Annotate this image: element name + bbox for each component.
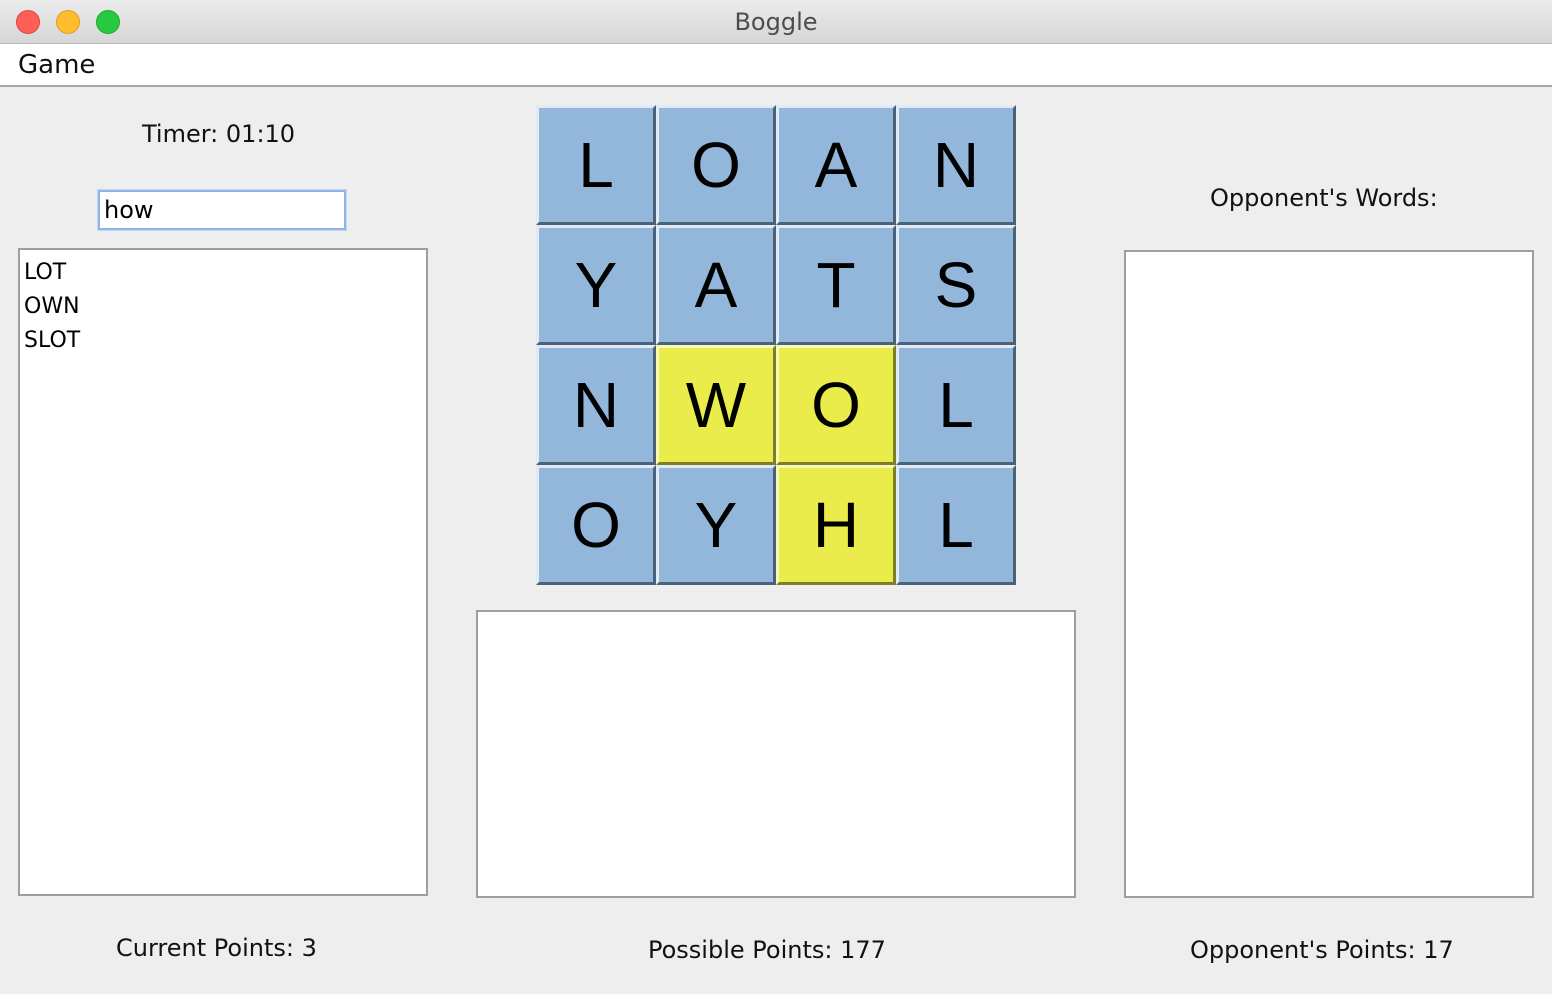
board-tile[interactable]: L [896,465,1016,585]
opponent-points-label: Opponent's Points: [1190,936,1416,964]
opponent-words-list[interactable] [1124,250,1534,898]
player-word-item[interactable]: OWN [20,290,426,324]
title-bar[interactable]: Boggle [0,0,1552,44]
possible-points: Possible Points: 177 [648,936,886,964]
window-title: Boggle [734,8,818,36]
board-tile[interactable]: L [536,105,656,225]
opponent-points-value: 17 [1423,936,1454,964]
board-tile[interactable]: H [776,465,896,585]
board-tile[interactable]: N [536,345,656,465]
boggle-board: LOANYATSNWOLOYHL [536,105,1016,585]
current-points-value: 3 [301,934,317,962]
possible-points-label: Possible Points: [648,936,833,964]
timer-value: 01:10 [225,120,296,148]
word-entry-input[interactable] [98,190,346,230]
opponent-words-heading: Opponent's Words: [1210,184,1438,212]
current-points: Current Points: 3 [116,934,317,962]
board-tile[interactable]: A [776,105,896,225]
timer: Timer: 01:10 [142,120,295,148]
board-tile[interactable]: O [776,345,896,465]
current-points-label: Current Points: [116,934,294,962]
player-word-item[interactable]: SLOT [20,324,426,358]
boggle-window: Boggle Game Timer: 01:10 LOTOWNSLOT Curr… [0,0,1552,994]
opponent-points: Opponent's Points: 17 [1190,936,1454,964]
board-tile[interactable]: T [776,225,896,345]
message-area[interactable] [476,610,1076,898]
board-tile[interactable]: O [656,105,776,225]
board-tile[interactable]: S [896,225,1016,345]
board-tile[interactable]: Y [536,225,656,345]
possible-points-value: 177 [840,936,886,964]
board-tile[interactable]: W [656,345,776,465]
board-tile[interactable]: Y [656,465,776,585]
menu-bar: Game [0,44,1552,87]
player-words-list[interactable]: LOT OWN SLOT [18,248,428,896]
menu-game[interactable]: Game [18,50,95,80]
board-tile[interactable]: O [536,465,656,585]
board-tile[interactable]: N [896,105,1016,225]
player-word-item[interactable]: LOT [20,256,426,290]
timer-label: Timer: [142,120,219,148]
board-tile[interactable]: L [896,345,1016,465]
board-tile[interactable]: A [656,225,776,345]
